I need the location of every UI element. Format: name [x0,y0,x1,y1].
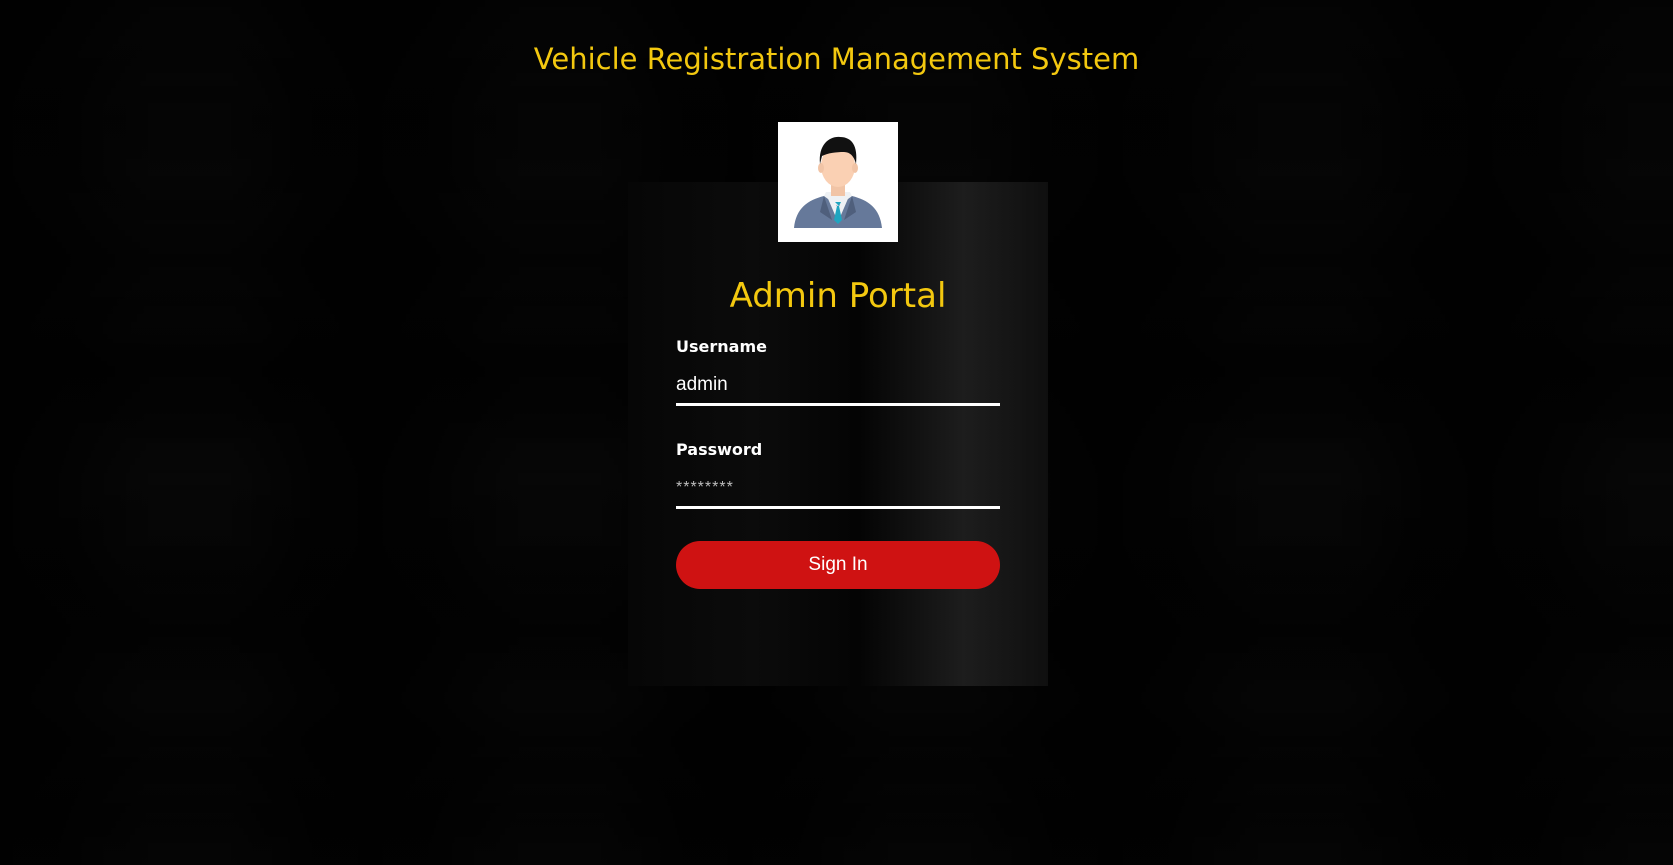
page-title: Vehicle Registration Management System [533,42,1140,76]
password-label: Password [676,440,763,459]
password-input[interactable] [676,470,1000,509]
username-label: Username [676,337,767,356]
username-input[interactable] [676,367,1000,406]
sign-in-button[interactable]: Sign In [676,541,1000,589]
login-panel [628,182,1048,686]
admin-avatar-icon [778,122,898,242]
portal-title: Admin Portal [729,276,947,316]
